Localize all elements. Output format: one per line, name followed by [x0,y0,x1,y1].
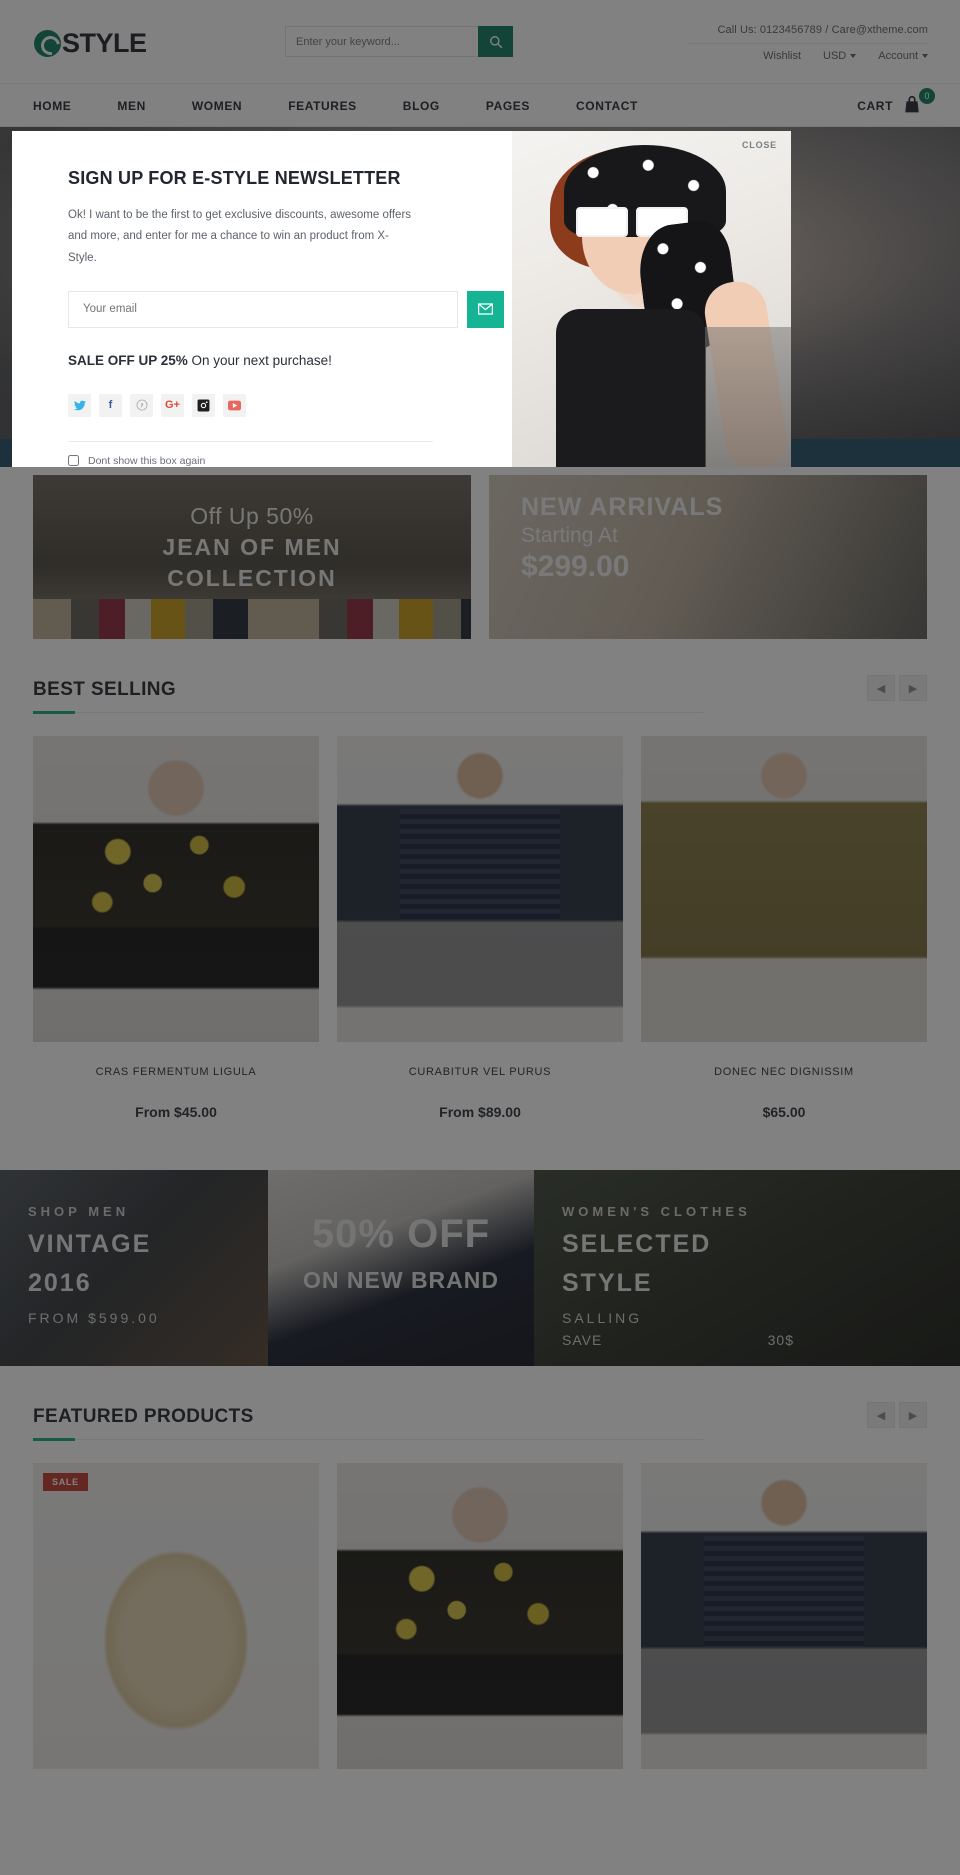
newsletter-title: SIGN UP FOR E-STYLE NEWSLETTER [68,168,401,188]
newsletter-model-photo [512,131,791,467]
pinterest-icon[interactable] [130,393,153,417]
facebook-icon[interactable]: f [99,393,122,417]
dont-show-again-checkbox[interactable] [68,455,79,467]
newsletter-modal: CLOSE SIGN UP FOR E-STYLE NEWSLETTER Ok!… [12,131,791,467]
model-bag [705,327,791,467]
google-plus-icon[interactable]: G+ [161,393,184,417]
envelope-icon [478,303,493,315]
newsletter-sale-bold: SALE OFF UP 25% [68,352,188,368]
newsletter-sale-line: SALE OFF UP 25% On your next purchase! [68,353,512,368]
youtube-icon[interactable] [223,393,246,417]
newsletter-social-links: f G+ [68,393,512,417]
newsletter-description: Ok! I want to be the first to get exclus… [68,209,412,264]
model-top [556,309,706,467]
modal-divider [68,440,433,442]
newsletter-modal-content: SIGN UP FOR E-STYLE NEWSLETTER Ok! I wan… [12,131,512,467]
dont-show-again-row: Dont show this box again [68,455,512,467]
newsletter-sale-rest: On your next purchase! [187,352,332,368]
newsletter-form [68,290,512,328]
newsletter-email-input[interactable] [68,290,458,328]
instagram-icon[interactable] [192,393,215,417]
newsletter-submit-button[interactable] [467,290,504,328]
twitter-icon[interactable] [68,393,91,417]
dont-show-again-label: Dont show this box again [88,454,206,467]
modal-close-button[interactable]: CLOSE [742,140,777,150]
